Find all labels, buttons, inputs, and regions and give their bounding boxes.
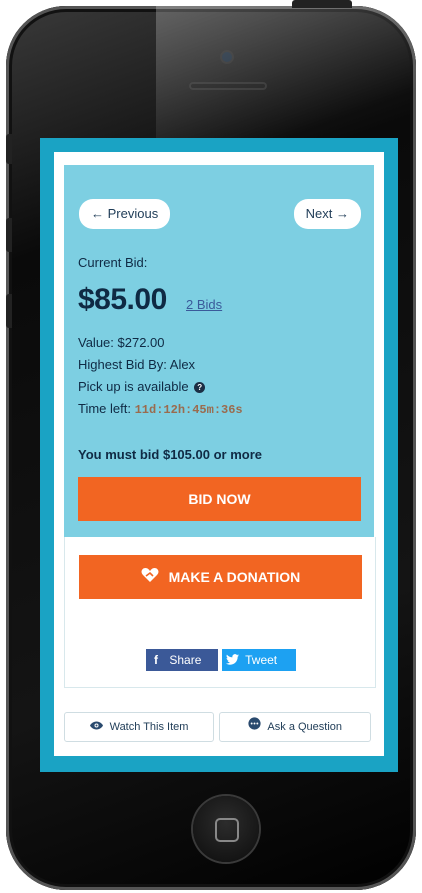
mute-switch: [6, 134, 12, 164]
previous-button[interactable]: ← Previous: [79, 199, 171, 229]
watch-item-button[interactable]: Watch This Item: [64, 712, 214, 742]
auction-card: ← Previous Next → Current Bid: $85.00 2 …: [54, 152, 384, 756]
current-bid-label: Current Bid:: [78, 255, 148, 270]
time-left: Time left: 11d:12h:45m:36s: [78, 401, 243, 417]
phone-screen: ← Previous Next → Current Bid: $85.00 2 …: [40, 138, 398, 772]
pickup-label: Pick up is available: [78, 379, 189, 394]
countdown-timer: 11d:12h:45m:36s: [134, 403, 243, 417]
highest-bidder: Highest Bid By: Alex: [78, 357, 196, 372]
front-camera: [222, 52, 232, 62]
power-button: [292, 0, 352, 8]
ask-question-button[interactable]: Ask a Question: [219, 712, 371, 742]
current-bid-amount: $85.00: [78, 283, 167, 316]
chat-bubble-icon: [248, 713, 261, 741]
eye-icon: [89, 713, 103, 741]
item-value: Value: $272.00: [78, 335, 165, 350]
twitter-icon: [222, 649, 242, 671]
earpiece-speaker: [189, 82, 267, 90]
ask-question-label: Ask a Question: [267, 721, 343, 733]
next-button[interactable]: Next →: [293, 199, 361, 229]
donation-section: MAKE A DONATION f Share Tweet: [64, 537, 376, 688]
bids-count-link[interactable]: 2 Bids: [186, 297, 222, 312]
bid-panel: ← Previous Next → Current Bid: $85.00 2 …: [64, 165, 374, 537]
time-left-label: Time left:: [78, 401, 131, 416]
facebook-icon: f: [154, 653, 158, 667]
watch-item-label: Watch This Item: [109, 721, 189, 733]
facebook-share-label: Share: [169, 653, 202, 667]
volume-up-button: [6, 218, 12, 252]
help-icon[interactable]: ?: [194, 382, 206, 394]
minimum-bid-note: You must bid $105.00 or more: [78, 447, 262, 462]
bid-now-button[interactable]: BID NOW: [78, 477, 361, 521]
pickup-availability: Pick up is available ?: [78, 379, 206, 394]
twitter-tweet-label: Tweet: [245, 653, 278, 667]
twitter-tweet-button[interactable]: Tweet: [222, 649, 296, 671]
home-button: [193, 796, 259, 862]
make-donation-button[interactable]: MAKE A DONATION: [79, 555, 362, 599]
facebook-share-button[interactable]: f Share: [146, 649, 218, 671]
heart-hand-icon: [141, 556, 159, 600]
make-donation-label: MAKE A DONATION: [168, 569, 301, 585]
volume-down-button: [6, 294, 12, 328]
